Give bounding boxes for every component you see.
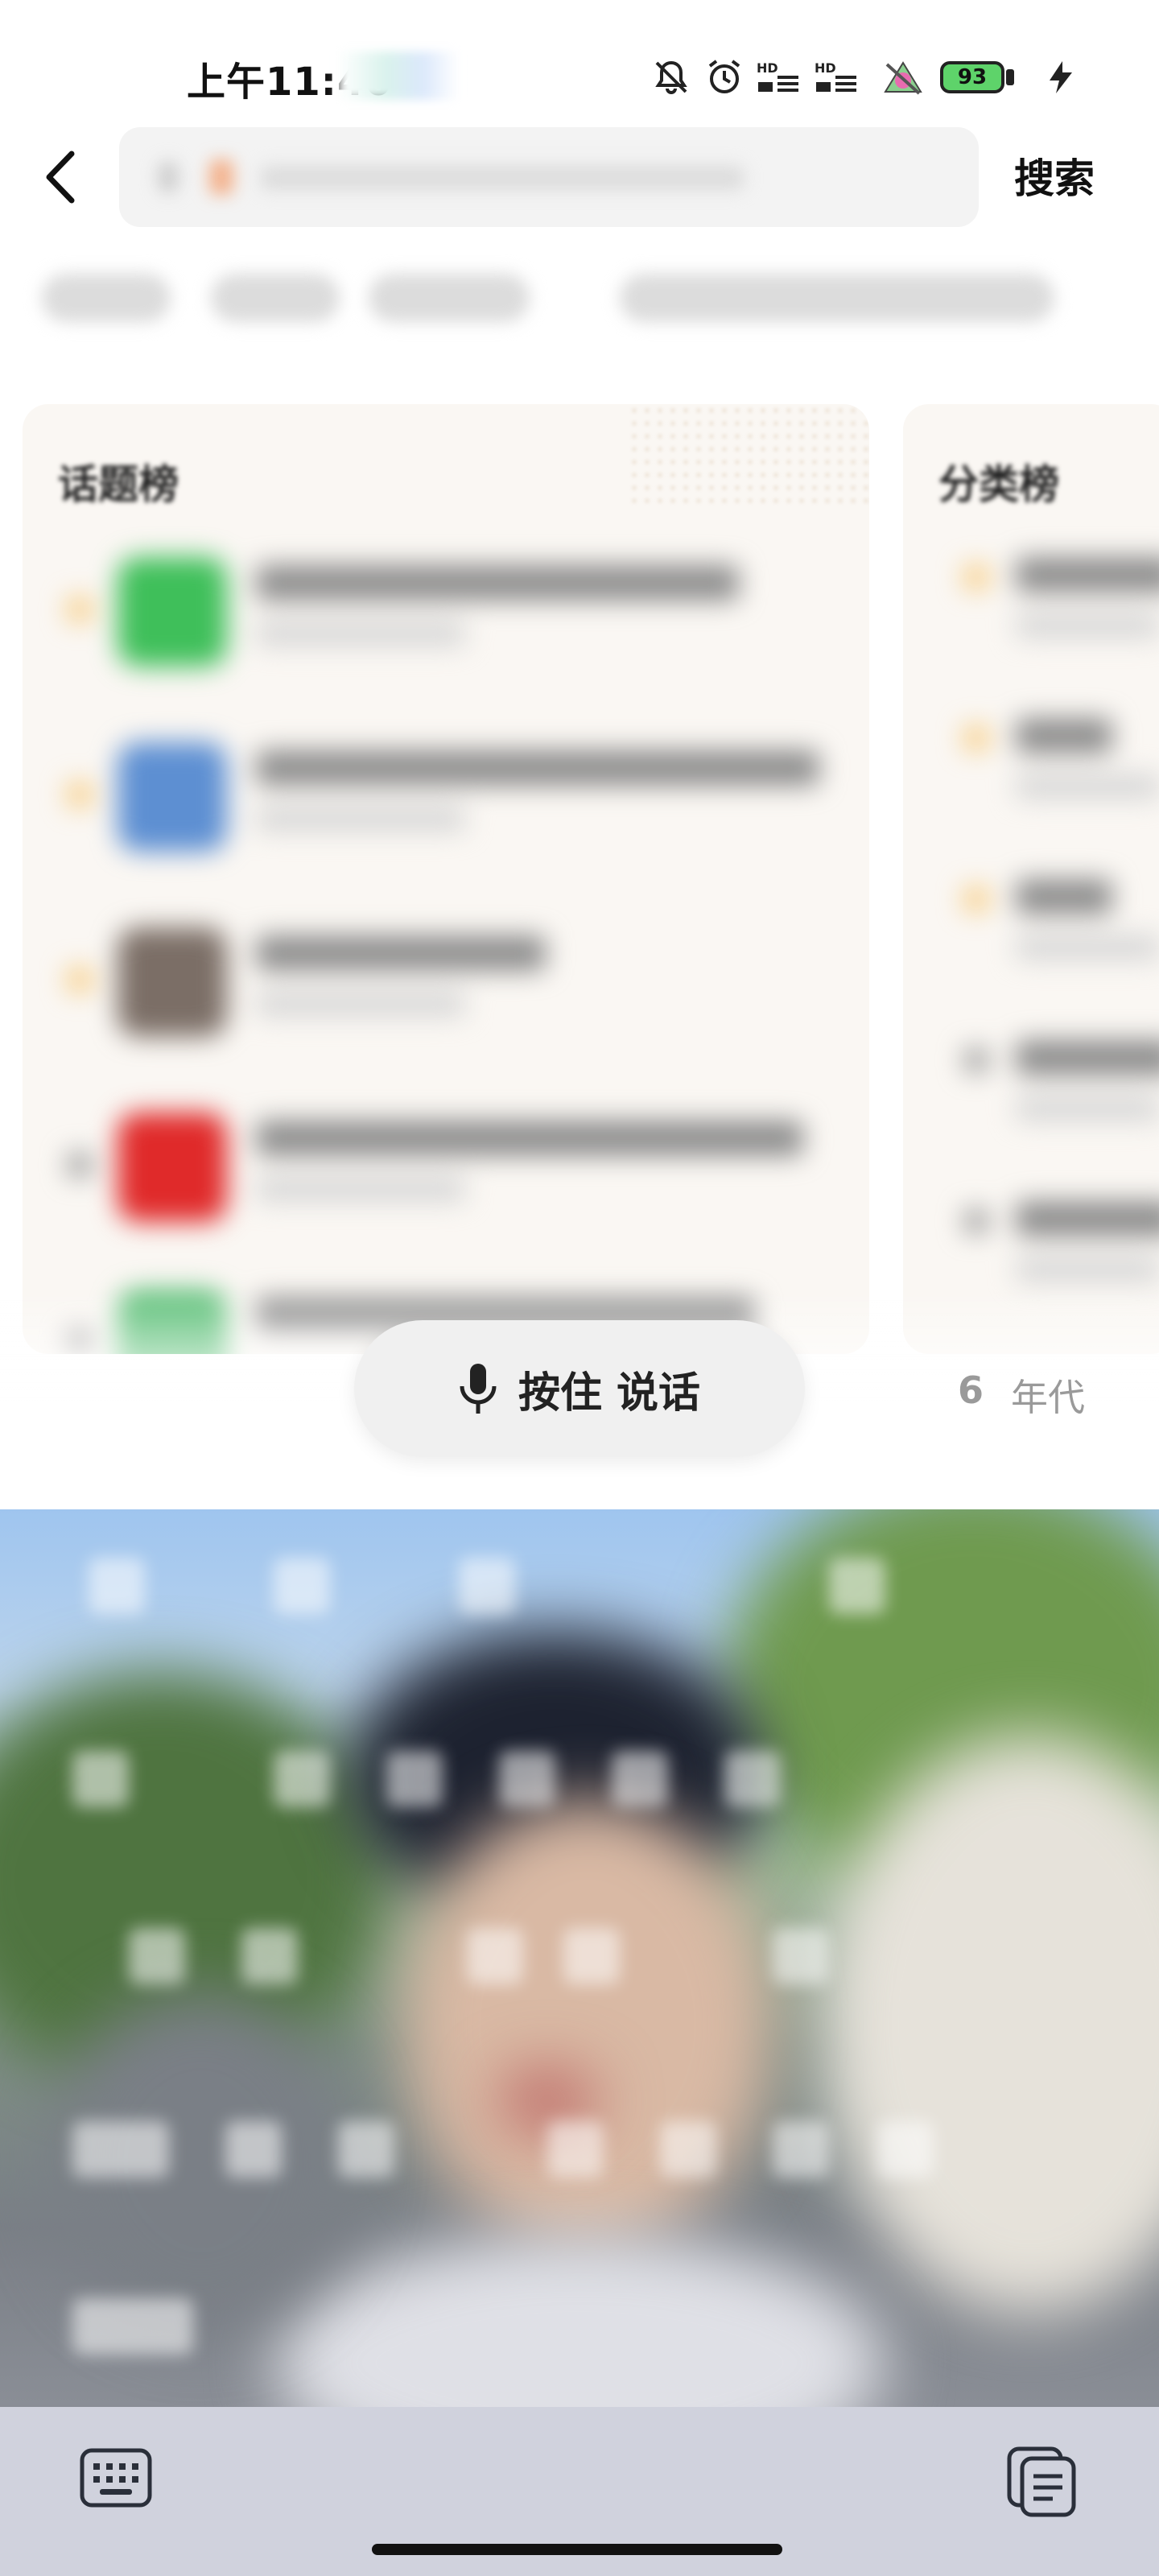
keyboard-icon [80,2448,152,2508]
rank-badge [68,782,92,807]
key[interactable] [338,2121,394,2178]
list-item-subtitle [256,1177,465,1201]
key[interactable] [467,1928,523,1984]
list-item-title [1016,718,1112,753]
list-item-title [256,935,546,971]
list-item-title [1016,1040,1159,1075]
list-item-subtitle [1016,935,1159,960]
list-item-thumbnail [118,927,227,1037]
chevron-left-icon [46,151,75,204]
card-decoration [628,404,869,509]
key[interactable] [129,1928,185,1984]
search-hint-badge [209,159,233,195]
list-item-title [1016,557,1159,592]
category-list [903,533,1159,1338]
charging-icon [1043,56,1079,98]
history-chip[interactable] [620,274,1054,322]
clipboard-button[interactable] [1004,2444,1079,2518]
rank-badge [964,1209,988,1233]
svg-text:HD: HD [815,60,836,76]
key[interactable] [773,1928,829,1984]
key[interactable] [547,2121,604,2178]
search-icon [158,161,179,193]
key[interactable] [72,2121,169,2178]
list-item-thumbnail [118,742,227,852]
topic-ranking-card[interactable]: 话题榜 [23,404,869,1354]
hold-to-talk-label: 按住 说话 [518,1368,701,1418]
bell-muted-icon [650,56,692,98]
battery-icon: 93 [940,61,1004,93]
search-button[interactable]: 搜索 [1014,147,1095,204]
key[interactable] [563,1928,620,1984]
alarm-icon [703,56,745,98]
shirt-blob [274,2234,885,2407]
rank-badge [68,597,92,621]
hd-signal-icon-2: HD [815,56,860,98]
list-item-subtitle [256,807,465,831]
home-indicator[interactable] [372,2544,782,2555]
battery-tip [1006,69,1014,85]
rank-badge [964,565,988,589]
key[interactable] [724,1751,781,1807]
microphone-icon [460,1364,497,1414]
list-item-subtitle [1016,1096,1159,1121]
face-blob [402,1799,773,2250]
clipboard-icon [1007,2446,1076,2517]
topic-card-title: 话题榜 [58,461,179,508]
key[interactable] [773,2121,829,2178]
hd-signal-icon: HD [757,56,802,98]
search-input[interactable] [119,127,979,227]
era-tag-label[interactable]: 年代 [1011,1368,1085,1422]
app-notification-icon [879,56,927,98]
key[interactable] [72,2298,193,2355]
key[interactable] [877,2121,934,2178]
rank-badge [964,1048,988,1072]
key[interactable] [612,1751,668,1807]
key[interactable] [829,1558,885,1614]
rank-badge [964,726,988,750]
list-item-subtitle [256,621,465,646]
topic-list [23,533,869,1354]
search-placeholder-text [261,166,744,190]
rank-badge [68,968,92,992]
category-ranking-card[interactable]: 分类榜 [903,404,1159,1354]
rank-badge [964,887,988,911]
time-blur-overlay [338,52,459,100]
svg-text:HD: HD [757,60,778,76]
list-item-subtitle [256,992,465,1016]
key[interactable] [225,2121,282,2178]
key[interactable] [459,1558,515,1614]
keyboard-background-photo[interactable] [0,1509,1159,2407]
key[interactable] [499,1751,555,1807]
list-item-thumbnail [118,1113,227,1222]
list-item-thumbnail [118,557,227,667]
keyboard-toggle-button[interactable] [77,2446,155,2510]
key[interactable] [274,1558,330,1614]
battery-level: 93 [957,65,988,89]
category-card-title: 分类榜 [938,461,1059,508]
key[interactable] [89,1558,145,1614]
list-item-subtitle [1016,613,1159,638]
list-item-title [256,750,819,786]
history-chip[interactable] [211,274,340,322]
list-item-title [1016,1201,1159,1236]
back-button[interactable] [32,145,89,209]
list-item-title [1016,879,1112,914]
rank-badge [68,1153,92,1177]
history-chip[interactable] [42,274,171,322]
key[interactable] [241,1928,298,1984]
key[interactable] [660,2121,716,2178]
list-item-subtitle [1016,774,1159,799]
list-item-title [256,565,739,601]
key[interactable] [274,1751,330,1807]
list-item-title [256,1121,803,1156]
era-tag-number: 6 [958,1368,984,1412]
list-item-subtitle [1016,1257,1159,1282]
key[interactable] [386,1751,443,1807]
hold-to-talk-button[interactable]: 按住 说话 [354,1320,805,1457]
history-chip[interactable] [369,274,530,322]
key[interactable] [72,1751,129,1807]
